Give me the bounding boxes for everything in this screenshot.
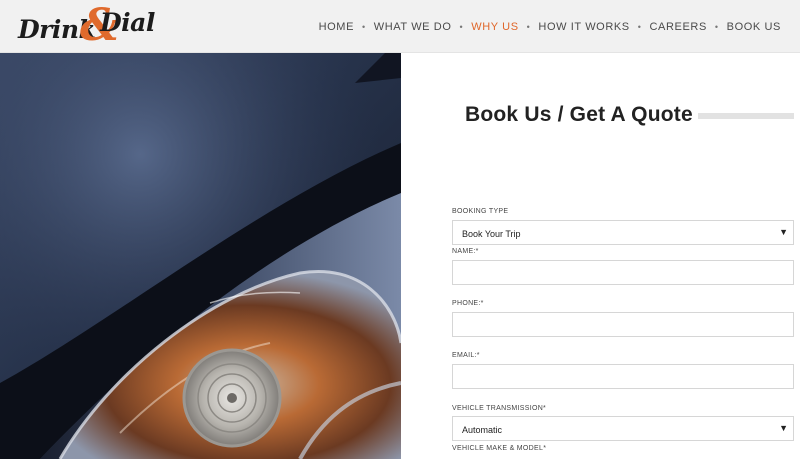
- hero-car-headlight-image: [0, 53, 401, 459]
- page-title: Book Us / Get A Quote: [465, 103, 693, 126]
- transmission-select[interactable]: Automatic ▼: [452, 416, 794, 441]
- transmission-label: VEHICLE TRANSMISSION*: [452, 405, 547, 412]
- main-nav: HOME • WHAT WE DO • WHY US • HOW IT WORK…: [319, 21, 781, 33]
- make-model-label: VEHICLE MAKE & MODEL*: [452, 445, 547, 452]
- transmission-value: Automatic: [462, 425, 503, 435]
- nav-separator: •: [459, 22, 464, 32]
- title-divider: [698, 113, 794, 119]
- booking-type-select[interactable]: Book Your Trip ▼: [452, 220, 794, 245]
- phone-label: PHONE:*: [452, 300, 484, 307]
- logo-word-dial: Dial: [100, 8, 155, 37]
- chevron-down-icon: ▼: [779, 227, 788, 237]
- name-input[interactable]: [452, 260, 794, 285]
- nav-how-it-works[interactable]: HOW IT WORKS: [538, 21, 629, 33]
- email-input[interactable]: [452, 364, 794, 389]
- phone-input[interactable]: [452, 312, 794, 337]
- booking-type-value: Book Your Trip: [462, 229, 521, 239]
- email-label: EMAIL:*: [452, 352, 480, 359]
- booking-type-label: BOOKING TYPE: [452, 208, 509, 215]
- nav-careers[interactable]: CAREERS: [650, 21, 707, 33]
- site-header: Drink & Dial HOME • WHAT WE DO • WHY US …: [0, 0, 800, 53]
- quote-form-panel: Book Us / Get A Quote BOOKING TYPE Book …: [401, 53, 800, 459]
- nav-book-us[interactable]: BOOK US: [727, 21, 781, 33]
- chevron-down-icon: ▼: [779, 423, 788, 433]
- nav-separator: •: [526, 22, 531, 32]
- nav-separator: •: [637, 22, 642, 32]
- name-label: NAME:*: [452, 248, 479, 255]
- logo[interactable]: Drink & Dial: [18, 0, 163, 51]
- nav-separator: •: [714, 22, 719, 32]
- nav-home[interactable]: HOME: [319, 21, 354, 33]
- nav-what-we-do[interactable]: WHAT WE DO: [374, 21, 452, 33]
- nav-why-us[interactable]: WHY US: [471, 21, 518, 33]
- nav-separator: •: [362, 22, 366, 32]
